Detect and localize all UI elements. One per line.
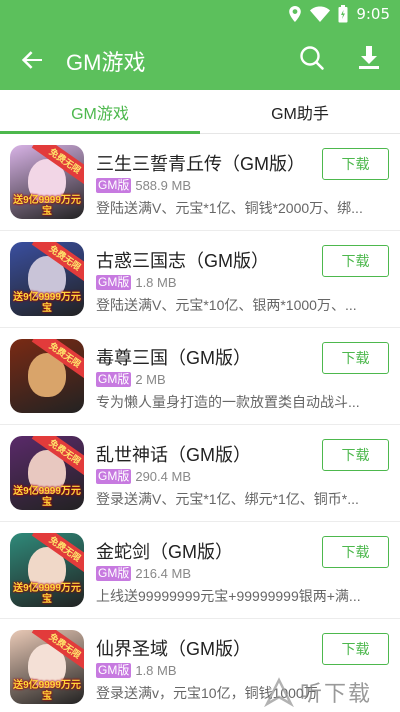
game-size: 290.4 MB bbox=[135, 469, 191, 484]
game-meta: GM版 2 MB bbox=[96, 372, 166, 387]
gm-version-tag: GM版 bbox=[96, 178, 132, 193]
gm-version-tag: GM版 bbox=[96, 372, 132, 387]
download-button[interactable]: 下载 bbox=[322, 148, 389, 180]
gm-version-tag: GM版 bbox=[96, 275, 132, 290]
game-size: 588.9 MB bbox=[135, 178, 191, 193]
game-description: 登录送满V、元宝*1亿、绑元*1亿、铜币*... bbox=[96, 491, 359, 507]
tab-gm-assistant[interactable]: GM助手 bbox=[200, 90, 400, 134]
game-meta: GM版 588.9 MB bbox=[96, 178, 191, 193]
game-list-item[interactable]: 免费无限 送9亿9999万元宝 金蛇剑（GM版） GM版 216.4 MB 上线… bbox=[0, 522, 400, 619]
game-meta: GM版 1.8 MB bbox=[96, 275, 177, 290]
game-icon[interactable]: 免费无限 bbox=[10, 339, 84, 413]
wifi-icon bbox=[310, 6, 331, 22]
game-icon[interactable]: 免费无限 送9亿9999万元宝 bbox=[10, 533, 84, 607]
battery-icon bbox=[338, 5, 348, 23]
game-list: 免费无限 送9亿9999万元宝 三生三誓青丘传（GM版） GM版 588.9 M… bbox=[0, 134, 400, 712]
game-icon-caption: 送9亿9999万元宝 bbox=[13, 292, 81, 314]
back-arrow-icon[interactable] bbox=[18, 46, 46, 74]
game-icon-caption: 送9亿9999万元宝 bbox=[13, 583, 81, 605]
game-description: 登陆送满V、元宝*1亿、铜钱*2000万、绑... bbox=[96, 200, 363, 216]
game-list-item[interactable]: 免费无限 毒尊三国（GM版） GM版 2 MB 专为懒人量身打造的一款放置类自动… bbox=[0, 328, 400, 425]
game-size: 216.4 MB bbox=[135, 566, 191, 581]
download-icon[interactable] bbox=[356, 44, 382, 72]
game-icon-caption: 送9亿9999万元宝 bbox=[13, 486, 81, 508]
app-bar: GM游戏 bbox=[0, 28, 400, 90]
game-description: 专为懒人量身打造的一款放置类自动战斗... bbox=[96, 394, 360, 410]
gm-version-tag: GM版 bbox=[96, 566, 132, 581]
page-title: GM游戏 bbox=[66, 50, 146, 75]
watermark-text: 听下载 bbox=[300, 681, 373, 706]
game-icon[interactable]: 免费无限 送9亿9999万元宝 bbox=[10, 242, 84, 316]
game-name: 毒尊三国（GM版） bbox=[96, 348, 251, 368]
game-meta: GM版 1.8 MB bbox=[96, 663, 177, 678]
gm-version-tag: GM版 bbox=[96, 469, 132, 484]
game-meta: GM版 216.4 MB bbox=[96, 566, 191, 581]
download-button[interactable]: 下载 bbox=[322, 633, 389, 665]
game-name: 古惑三国志（GM版） bbox=[96, 251, 269, 271]
game-name: 乱世神话（GM版） bbox=[96, 445, 251, 465]
watermark: 听下载 bbox=[264, 672, 400, 712]
gm-version-tag: GM版 bbox=[96, 663, 132, 678]
status-bar: 9:05 bbox=[0, 0, 400, 28]
download-button[interactable]: 下载 bbox=[322, 536, 389, 568]
watermark-logo-icon bbox=[264, 677, 294, 707]
status-time: 9:05 bbox=[356, 5, 390, 23]
game-meta: GM版 290.4 MB bbox=[96, 469, 191, 484]
game-list-item[interactable]: 免费无限 送9亿9999万元宝 乱世神话（GM版） GM版 290.4 MB 登… bbox=[0, 425, 400, 522]
game-icon-caption: 送9亿9999万元宝 bbox=[13, 680, 81, 702]
search-icon[interactable] bbox=[298, 44, 326, 72]
tab-gm-games[interactable]: GM游戏 bbox=[0, 90, 200, 134]
game-list-item[interactable]: 免费无限 送9亿9999万元宝 古惑三国志（GM版） GM版 1.8 MB 登陆… bbox=[0, 231, 400, 328]
game-description: 登陆送满V、元宝*10亿、银两*1000万、... bbox=[96, 297, 357, 313]
game-size: 2 MB bbox=[135, 372, 166, 387]
game-icon[interactable]: 免费无限 送9亿9999万元宝 bbox=[10, 145, 84, 219]
location-icon bbox=[289, 6, 302, 22]
game-name: 仙界圣域（GM版） bbox=[96, 639, 251, 659]
game-list-item[interactable]: 免费无限 送9亿9999万元宝 三生三誓青丘传（GM版） GM版 588.9 M… bbox=[0, 134, 400, 231]
download-button[interactable]: 下载 bbox=[322, 245, 389, 277]
game-icon-caption: 送9亿9999万元宝 bbox=[13, 195, 81, 217]
game-size: 1.8 MB bbox=[135, 275, 177, 290]
download-button[interactable]: 下载 bbox=[322, 439, 389, 471]
download-button[interactable]: 下载 bbox=[322, 342, 389, 374]
game-name: 三生三誓青丘传（GM版） bbox=[96, 154, 305, 174]
game-name: 金蛇剑（GM版） bbox=[96, 542, 233, 562]
tab-bar: GM游戏 GM助手 bbox=[0, 90, 400, 134]
game-icon[interactable]: 免费无限 送9亿9999万元宝 bbox=[10, 436, 84, 510]
game-size: 1.8 MB bbox=[135, 663, 177, 678]
game-icon[interactable]: 免费无限 送9亿9999万元宝 bbox=[10, 630, 84, 704]
game-description: 上线送99999999元宝+99999999银两+满... bbox=[96, 588, 361, 604]
